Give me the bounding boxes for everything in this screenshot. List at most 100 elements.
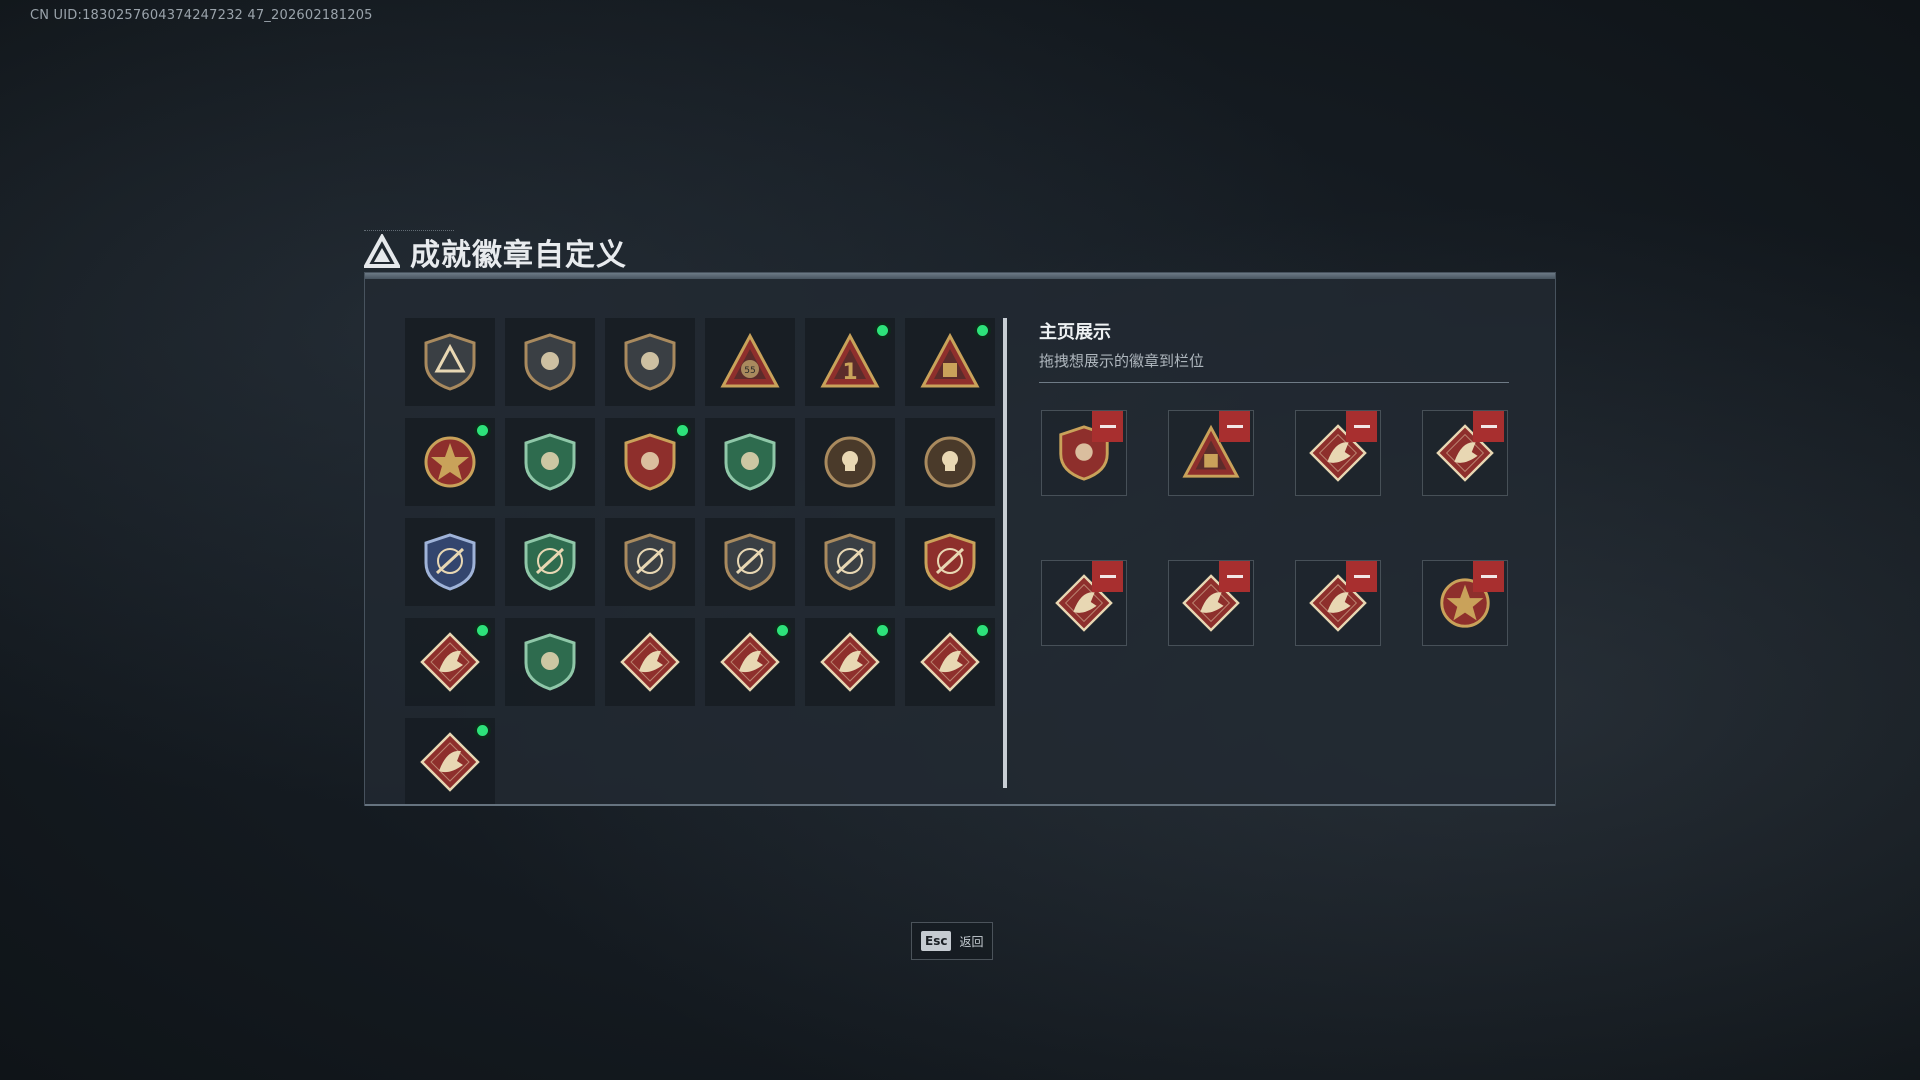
new-indicator-dot xyxy=(974,622,991,639)
badge-slot[interactable] xyxy=(705,418,795,506)
green-medic-hex-badge-icon xyxy=(524,633,576,691)
badge-slot[interactable] xyxy=(605,418,695,506)
badge-slot[interactable] xyxy=(405,318,495,406)
showcase-slot[interactable] xyxy=(1041,560,1127,646)
back-button[interactable]: Esc 返回 xyxy=(911,922,993,960)
showcase-slot[interactable] xyxy=(1422,560,1508,646)
badge-slot[interactable] xyxy=(505,618,595,706)
runner-diamond-badge-icon xyxy=(820,632,880,692)
badge-slot[interactable] xyxy=(505,318,595,406)
showcase-title: 主页展示 xyxy=(1039,322,1111,343)
wolf-diamond-badge-icon xyxy=(420,632,480,692)
minus-icon xyxy=(1353,575,1370,578)
gold-eagle-shield-badge-icon xyxy=(624,433,676,491)
remove-badge-button[interactable] xyxy=(1346,561,1377,592)
esc-key-hint: Esc xyxy=(921,931,952,951)
badge-slot[interactable] xyxy=(605,618,695,706)
hex-shield-delta-badge-icon xyxy=(424,333,476,391)
badge-slot[interactable] xyxy=(805,518,895,606)
badge-slot[interactable] xyxy=(405,718,495,806)
showcase-slot[interactable] xyxy=(1422,410,1508,496)
badge-slot[interactable] xyxy=(505,418,595,506)
minus-icon xyxy=(1099,425,1116,428)
bronze-sniper-shield-badge-icon xyxy=(724,533,776,591)
green-crosshair-crest-badge-icon xyxy=(524,533,576,591)
badge-slot[interactable] xyxy=(605,518,695,606)
panel-scrollbar[interactable] xyxy=(1003,318,1007,788)
skull-wreath-badge-icon xyxy=(924,436,976,488)
badge-slot[interactable] xyxy=(705,618,795,706)
minus-icon xyxy=(1480,575,1497,578)
new-indicator-dot xyxy=(774,622,791,639)
remove-badge-button[interactable] xyxy=(1219,411,1250,442)
gold-rifle-crest-badge-icon xyxy=(924,533,976,591)
minus-icon xyxy=(1226,425,1243,428)
bronze-scope-shield-badge-icon xyxy=(824,533,876,591)
badge-slot[interactable] xyxy=(905,318,995,406)
green-tool-shield-badge-icon xyxy=(524,433,576,491)
wrench-diamond-badge-icon xyxy=(420,732,480,792)
showcase-slot[interactable] xyxy=(1295,560,1381,646)
box-triangle-badge-icon xyxy=(920,332,980,388)
badge-slot[interactable] xyxy=(405,518,495,606)
badge-slot[interactable] xyxy=(805,618,895,706)
page-title: 成就徽章自定义 xyxy=(410,238,627,273)
showcase-divider xyxy=(1039,382,1509,383)
svg-text:1: 1 xyxy=(842,360,857,385)
minus-icon xyxy=(1353,425,1370,428)
badge-slot[interactable]: 1 xyxy=(805,318,895,406)
new-indicator-dot xyxy=(474,622,491,639)
new-indicator-dot xyxy=(474,722,491,739)
dragon-roar-diamond-badge-icon xyxy=(720,632,780,692)
badge-slot[interactable] xyxy=(705,518,795,606)
bronze-rifle-shield-badge-icon xyxy=(624,533,676,591)
remove-badge-button[interactable] xyxy=(1092,411,1123,442)
badge-slot[interactable] xyxy=(605,318,695,406)
new-indicator-dot xyxy=(974,322,991,339)
minus-icon xyxy=(1226,575,1243,578)
badge-slot[interactable] xyxy=(505,518,595,606)
new-indicator-dot xyxy=(874,322,891,339)
green-gem-shield-badge-icon xyxy=(724,433,776,491)
new-indicator-dot xyxy=(474,422,491,439)
helicopter-shield-badge-icon xyxy=(524,333,576,391)
horse-diamond-badge-icon xyxy=(920,632,980,692)
badge-slot[interactable] xyxy=(905,418,995,506)
number-one-triangle-badge-icon: 1 xyxy=(820,332,880,388)
showcase-subtitle: 拖拽想展示的徽章到栏位 xyxy=(1039,352,1205,370)
remove-badge-button[interactable] xyxy=(1219,561,1250,592)
back-label: 返回 xyxy=(959,934,984,949)
new-indicator-dot xyxy=(674,422,691,439)
homepage-showcase-section: 主页展示 拖拽想展示的徽章到栏位 xyxy=(1039,318,1513,646)
skull-crosshair-badge-icon xyxy=(824,436,876,488)
showcase-slot[interactable] xyxy=(1168,410,1254,496)
showcase-slot[interactable] xyxy=(1041,410,1127,496)
new-indicator-dot xyxy=(874,622,891,639)
badge-slot[interactable] xyxy=(405,618,495,706)
remove-badge-button[interactable] xyxy=(1473,411,1504,442)
badge-slot[interactable] xyxy=(905,618,995,706)
badge-slot[interactable] xyxy=(905,518,995,606)
minus-icon xyxy=(1099,575,1116,578)
remove-badge-button[interactable] xyxy=(1346,411,1377,442)
badge-slot[interactable]: 55 xyxy=(705,318,795,406)
badge-customize-panel: 55 1 主页展示 拖拽想展示的徽章到栏位 xyxy=(364,272,1556,806)
bag-55-triangle-badge-icon: 55 xyxy=(720,332,780,388)
star-medal-badge-icon xyxy=(424,436,476,488)
blue-crosshair-crest-badge-icon xyxy=(424,533,476,591)
badge-slot[interactable] xyxy=(405,418,495,506)
badge-inventory-grid: 55 1 xyxy=(405,318,995,806)
remove-badge-button[interactable] xyxy=(1473,561,1504,592)
minus-icon xyxy=(1480,425,1497,428)
showcase-slot[interactable] xyxy=(1295,410,1381,496)
uid-label: CN UID:1830257604374247232 47_2026021812… xyxy=(30,8,373,23)
page-header: 成就徽章自定义 xyxy=(364,232,627,273)
winged-blade-shield-badge-icon xyxy=(624,333,676,391)
panel-top-border xyxy=(365,273,1555,279)
badge-slot[interactable] xyxy=(805,418,895,506)
delta-logo-icon xyxy=(364,234,400,268)
showcase-slots xyxy=(1041,410,1508,646)
showcase-slot[interactable] xyxy=(1168,560,1254,646)
panel-bottom-border xyxy=(365,804,1555,806)
remove-badge-button[interactable] xyxy=(1092,561,1123,592)
